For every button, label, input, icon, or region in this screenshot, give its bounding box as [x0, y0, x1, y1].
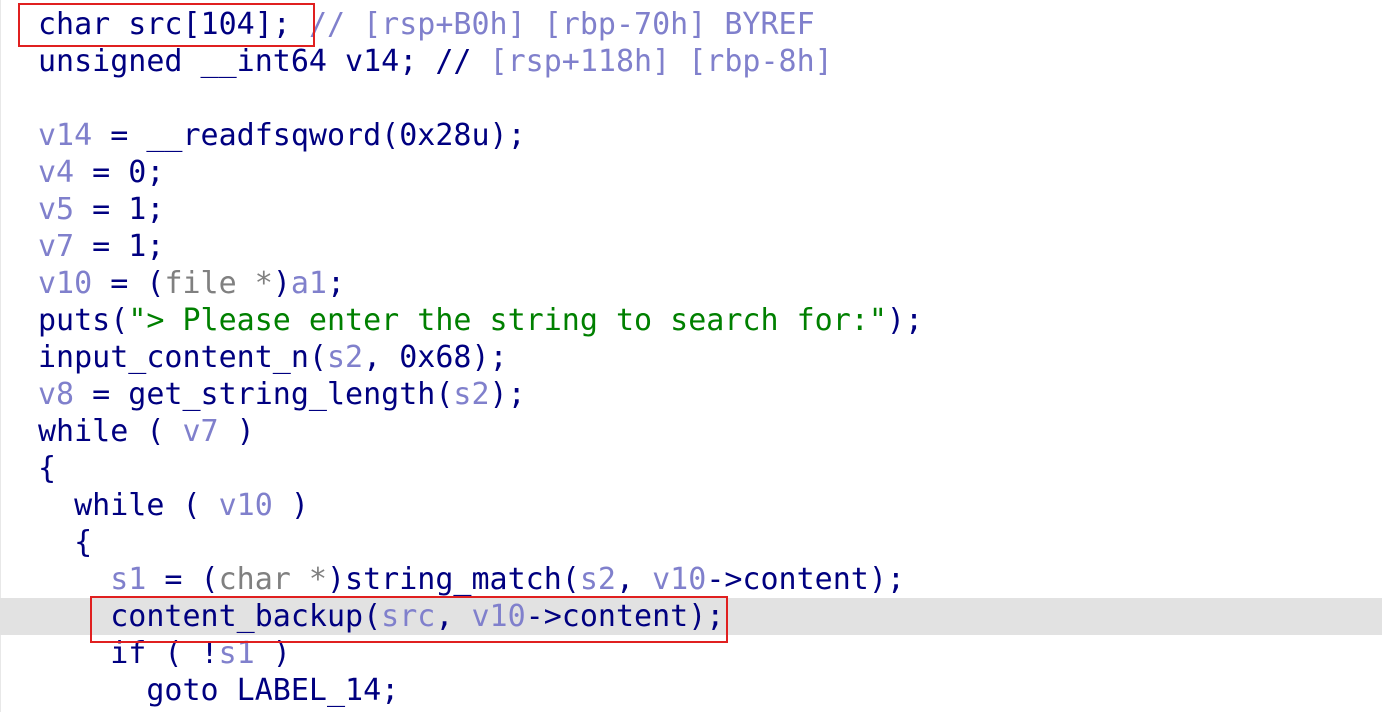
- code-line[interactable]: s1 = (char *)string_match(s2, v10->conte…: [38, 561, 905, 598]
- code-line[interactable]: input_content_n(s2, 0x68);: [38, 339, 508, 376]
- code-line[interactable]: {: [38, 450, 56, 487]
- code-token: while (: [38, 414, 183, 449]
- code-token: // [rsp+B0h] [rbp-70h] BYREF: [308, 7, 815, 42]
- code-line[interactable]: while ( v7 ): [38, 413, 255, 450]
- code-line[interactable]: v4 = 0;: [38, 154, 164, 191]
- code-token: {: [38, 451, 57, 486]
- code-token: );: [886, 303, 924, 338]
- code-line[interactable]: v14 = __readfsqword(0x28u);: [38, 117, 526, 154]
- code-token: {: [38, 525, 93, 560]
- code-token: ): [272, 266, 291, 301]
- code-token: v10: [218, 488, 273, 523]
- code-token: ,: [616, 562, 653, 597]
- code-line[interactable]: v8 = get_string_length(s2);: [38, 376, 526, 413]
- code-line[interactable]: puts("> Please enter the string to searc…: [38, 302, 923, 339]
- code-token: ->content);: [706, 562, 905, 597]
- code-token: = 1;: [74, 229, 165, 264]
- code-token: = (: [146, 562, 219, 597]
- code-token: char *: [218, 562, 327, 597]
- annotation-box-content-backup-call: [90, 596, 728, 643]
- code-token: a1: [290, 266, 327, 301]
- code-token: );: [489, 377, 526, 412]
- code-token: ): [218, 414, 255, 449]
- code-token: = (: [92, 266, 165, 301]
- code-token: "> Please enter the string to search for…: [128, 303, 887, 338]
- code-token: s2: [453, 377, 490, 412]
- code-token: = get_string_length(: [74, 377, 454, 412]
- code-token: s1: [110, 562, 147, 597]
- code-token: v10: [38, 266, 93, 301]
- code-token: input_content_n(: [38, 340, 327, 375]
- code-token: ): [272, 488, 309, 523]
- code-line[interactable]: v10 = (file *)a1;: [38, 265, 345, 302]
- code-token: , 0x68);: [363, 340, 508, 375]
- code-token: v14: [38, 118, 93, 153]
- code-token: file *: [164, 266, 273, 301]
- annotation-box-src-declaration: [18, 3, 315, 47]
- code-token: [rsp+118h] [rbp-8h]: [489, 44, 833, 79]
- code-token: v7: [38, 229, 75, 264]
- code-token: = __readfsqword(0x28u);: [92, 118, 526, 153]
- code-line[interactable]: {: [38, 524, 92, 561]
- pseudocode-editor[interactable]: char src[104]; // [rsp+B0h] [rbp-70h] BY…: [0, 0, 1382, 712]
- code-token: ;: [327, 266, 346, 301]
- code-token: puts(: [38, 303, 129, 338]
- code-line[interactable]: goto LABEL_14;: [38, 672, 399, 709]
- code-token: = 0;: [74, 155, 165, 190]
- code-line[interactable]: while ( v10 ): [38, 487, 309, 524]
- code-token: unsigned __int64 v14;: [38, 44, 436, 79]
- code-token: s2: [579, 562, 616, 597]
- code-token: s2: [326, 340, 364, 375]
- code-line[interactable]: v5 = 1;: [38, 191, 164, 228]
- code-token: = 1;: [74, 192, 165, 227]
- code-token: while (: [38, 488, 219, 523]
- code-line[interactable]: unsigned __int64 v14; // [rsp+118h] [rbp…: [38, 43, 833, 80]
- code-token: v10: [652, 562, 707, 597]
- code-token: v8: [38, 377, 75, 412]
- code-token: goto LABEL_14;: [38, 673, 400, 708]
- code-token: )string_match(: [327, 562, 580, 597]
- code-token: v4: [38, 155, 75, 190]
- code-token: //: [435, 44, 490, 79]
- code-line[interactable]: v7 = 1;: [38, 228, 164, 265]
- code-token: v5: [38, 192, 75, 227]
- code-token: v7: [182, 414, 219, 449]
